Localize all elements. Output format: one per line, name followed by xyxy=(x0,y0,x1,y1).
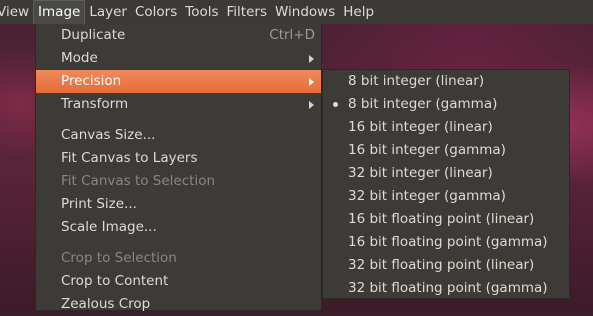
option-label: 16 bit floating point (gamma) xyxy=(348,234,548,250)
menu-item-print-size[interactable]: Print Size... xyxy=(36,193,321,216)
menu-item-duplicate[interactable]: Duplicate Ctrl+D xyxy=(36,24,321,47)
menu-filters[interactable]: Filters xyxy=(223,0,271,24)
menu-tools[interactable]: Tools xyxy=(181,0,222,24)
menu-item-scale-image[interactable]: Scale Image... xyxy=(36,216,321,239)
precision-option[interactable]: 8 bit integer (linear) xyxy=(323,70,569,93)
precision-option[interactable]: 32 bit floating point (gamma) xyxy=(323,277,569,300)
option-label: 32 bit floating point (gamma) xyxy=(348,280,548,296)
submenu-arrow-icon xyxy=(309,55,314,63)
menu-item-mode[interactable]: Mode xyxy=(36,47,321,70)
menu-item-crop-to-selection: Crop to Selection xyxy=(36,247,321,270)
menubar: View Image Layer Colors Tools Filters Wi… xyxy=(0,0,593,24)
menu-item-crop-to-content[interactable]: Crop to Content xyxy=(36,270,321,293)
precision-option[interactable]: 16 bit floating point (gamma) xyxy=(323,231,569,254)
menu-image[interactable]: Image xyxy=(33,0,86,24)
option-label: 16 bit integer (linear) xyxy=(348,119,493,135)
option-label: 32 bit floating point (linear) xyxy=(348,257,535,273)
menu-item-fit-canvas-to-selection: Fit Canvas to Selection xyxy=(36,170,321,193)
option-label: 16 bit integer (gamma) xyxy=(348,142,506,158)
option-label: 32 bit integer (gamma) xyxy=(348,188,506,204)
menu-item-label: Zealous Crop xyxy=(61,296,151,312)
option-label: 8 bit integer (linear) xyxy=(348,73,485,89)
menu-colors[interactable]: Colors xyxy=(131,0,181,24)
menu-item-label: Print Size... xyxy=(61,196,137,212)
menu-item-label: Canvas Size... xyxy=(61,127,156,143)
radio-selected-icon xyxy=(333,102,338,107)
precision-option[interactable]: 32 bit floating point (linear) xyxy=(323,254,569,277)
precision-submenu: 8 bit integer (linear) 8 bit integer (ga… xyxy=(322,69,570,299)
option-label: 32 bit integer (linear) xyxy=(348,165,493,181)
menu-item-label: Fit Canvas to Selection xyxy=(61,173,216,189)
menu-item-label: Crop to Content xyxy=(61,273,169,289)
submenu-arrow-icon xyxy=(309,78,314,86)
precision-option[interactable]: 16 bit integer (linear) xyxy=(323,116,569,139)
menu-item-canvas-size[interactable]: Canvas Size... xyxy=(36,124,321,147)
menu-item-label: Crop to Selection xyxy=(61,250,177,266)
precision-option[interactable]: 32 bit integer (linear) xyxy=(323,162,569,185)
image-menu-dropdown: Duplicate Ctrl+D Mode Precision Transfor… xyxy=(35,24,322,312)
shortcut-label: Ctrl+D xyxy=(269,27,315,43)
menu-item-label: Scale Image... xyxy=(61,219,157,235)
precision-option[interactable]: 16 bit floating point (linear) xyxy=(323,208,569,231)
menu-help[interactable]: Help xyxy=(339,0,378,24)
menu-windows[interactable]: Windows xyxy=(271,0,339,24)
menu-item-label: Precision xyxy=(61,73,122,89)
menu-item-label: Fit Canvas to Layers xyxy=(61,150,198,166)
option-label: 16 bit floating point (linear) xyxy=(348,211,535,227)
precision-option-selected[interactable]: 8 bit integer (gamma) xyxy=(323,93,569,116)
menu-item-fit-canvas-to-layers[interactable]: Fit Canvas to Layers xyxy=(36,147,321,170)
menu-view[interactable]: View xyxy=(0,0,33,24)
submenu-arrow-icon xyxy=(309,101,314,109)
menu-item-label: Transform xyxy=(61,96,129,112)
precision-option[interactable]: 32 bit integer (gamma) xyxy=(323,185,569,208)
menu-item-label: Mode xyxy=(61,50,98,66)
menu-item-zealous-crop[interactable]: Zealous Crop xyxy=(36,293,321,316)
menu-layer[interactable]: Layer xyxy=(85,0,131,24)
precision-option[interactable]: 16 bit integer (gamma) xyxy=(323,139,569,162)
menu-item-label: Duplicate xyxy=(61,27,126,43)
menu-item-transform[interactable]: Transform xyxy=(36,93,321,116)
menu-item-precision[interactable]: Precision xyxy=(36,70,321,93)
option-label: 8 bit integer (gamma) xyxy=(348,96,498,112)
